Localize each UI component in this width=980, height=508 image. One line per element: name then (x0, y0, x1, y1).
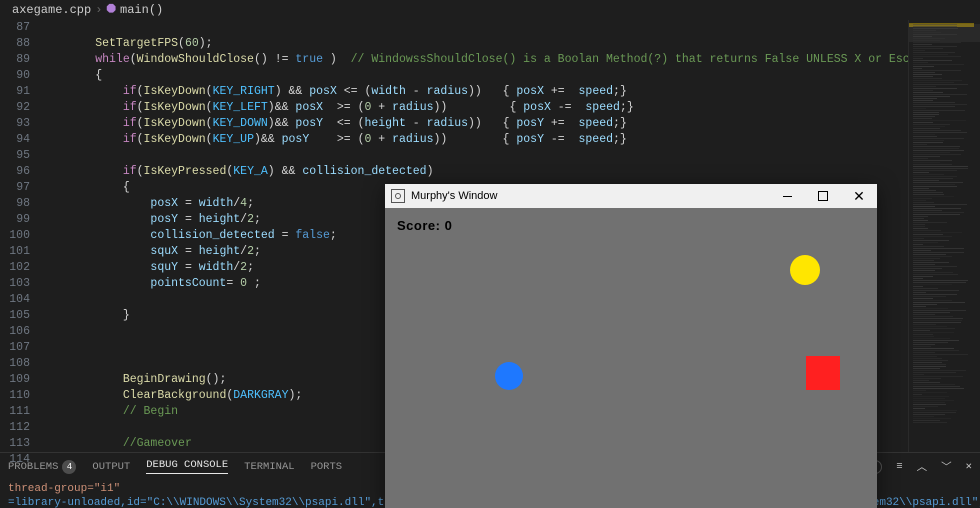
player-circle (495, 362, 523, 390)
problems-badge: 4 (62, 460, 76, 474)
debug-line-1: thread-group="i1" (8, 483, 120, 495)
tab-ports[interactable]: PORTS (311, 461, 343, 473)
close-panel-icon[interactable]: ✕ (966, 460, 972, 473)
filter-icon[interactable]: ≡ (896, 461, 902, 473)
gutter: 8788899091929394959697989910010110210310… (0, 20, 40, 452)
app-icon (391, 189, 405, 203)
score-label: Score: 0 (397, 218, 452, 233)
minimap[interactable] (908, 20, 980, 452)
tab-terminal[interactable]: TERMINAL (244, 461, 294, 473)
chevron-down-icon[interactable]: ﹀ (941, 459, 952, 474)
breadcrumb-file[interactable]: axegame.cpp (12, 3, 91, 17)
breadcrumb: axegame.cpp › ⯃ main() (0, 0, 980, 20)
minimize-button[interactable] (769, 184, 805, 208)
close-button[interactable]: ✕ (841, 184, 877, 208)
window-title: Murphy's Window (411, 190, 769, 202)
cube-icon: ⯃ (106, 3, 116, 17)
chevron-up-icon[interactable]: ︿ (917, 459, 928, 474)
tab-debug-console[interactable]: DEBUG CONSOLE (146, 459, 228, 474)
game-window[interactable]: Murphy's Window ✕ Score: 0 (385, 184, 877, 508)
enemy-square (806, 356, 840, 390)
game-canvas[interactable]: Score: 0 (385, 208, 877, 508)
breadcrumb-function[interactable]: main() (120, 3, 163, 17)
tab-output[interactable]: OUTPUT (92, 461, 130, 473)
maximize-button[interactable] (805, 184, 841, 208)
chevron-right-icon: › (95, 3, 102, 17)
coin-circle (790, 255, 820, 285)
titlebar[interactable]: Murphy's Window ✕ (385, 184, 877, 208)
